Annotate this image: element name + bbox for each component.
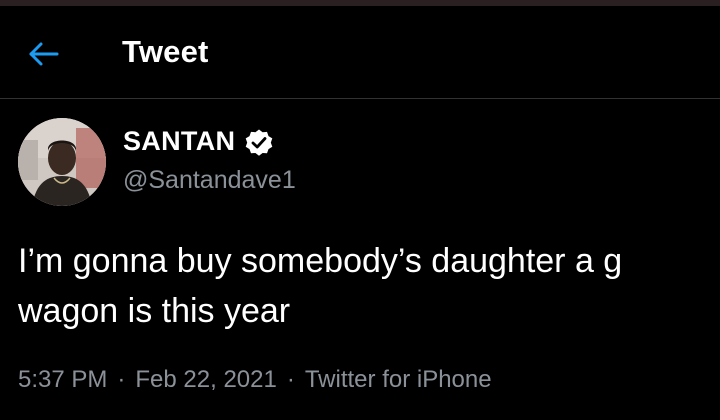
meta-separator: · [117,366,126,393]
tweet-text: I’m gonna buy somebody’s daughter a g wa… [18,242,623,330]
verified-badge-icon [245,129,273,156]
avatar[interactable] [18,118,106,206]
author-handle[interactable]: @Santandave1 [123,166,296,195]
tweet-time[interactable]: 5:37 PM [18,366,107,393]
tweet-source[interactable]: Twitter for iPhone [305,366,492,393]
author-display-name[interactable]: SANTAN [123,126,235,157]
tweet-meta: 5:37 PM · Feb 22, 2021 · Twitter for iPhone [18,366,492,394]
arrow-left-icon [29,42,59,66]
profile-photo [18,118,106,206]
tweet-date[interactable]: Feb 22, 2021 [135,366,276,393]
header: Tweet [0,6,720,98]
back-button[interactable] [26,40,62,68]
meta-separator: · [286,366,295,393]
header-divider [0,98,720,99]
page-title: Tweet [122,34,209,69]
